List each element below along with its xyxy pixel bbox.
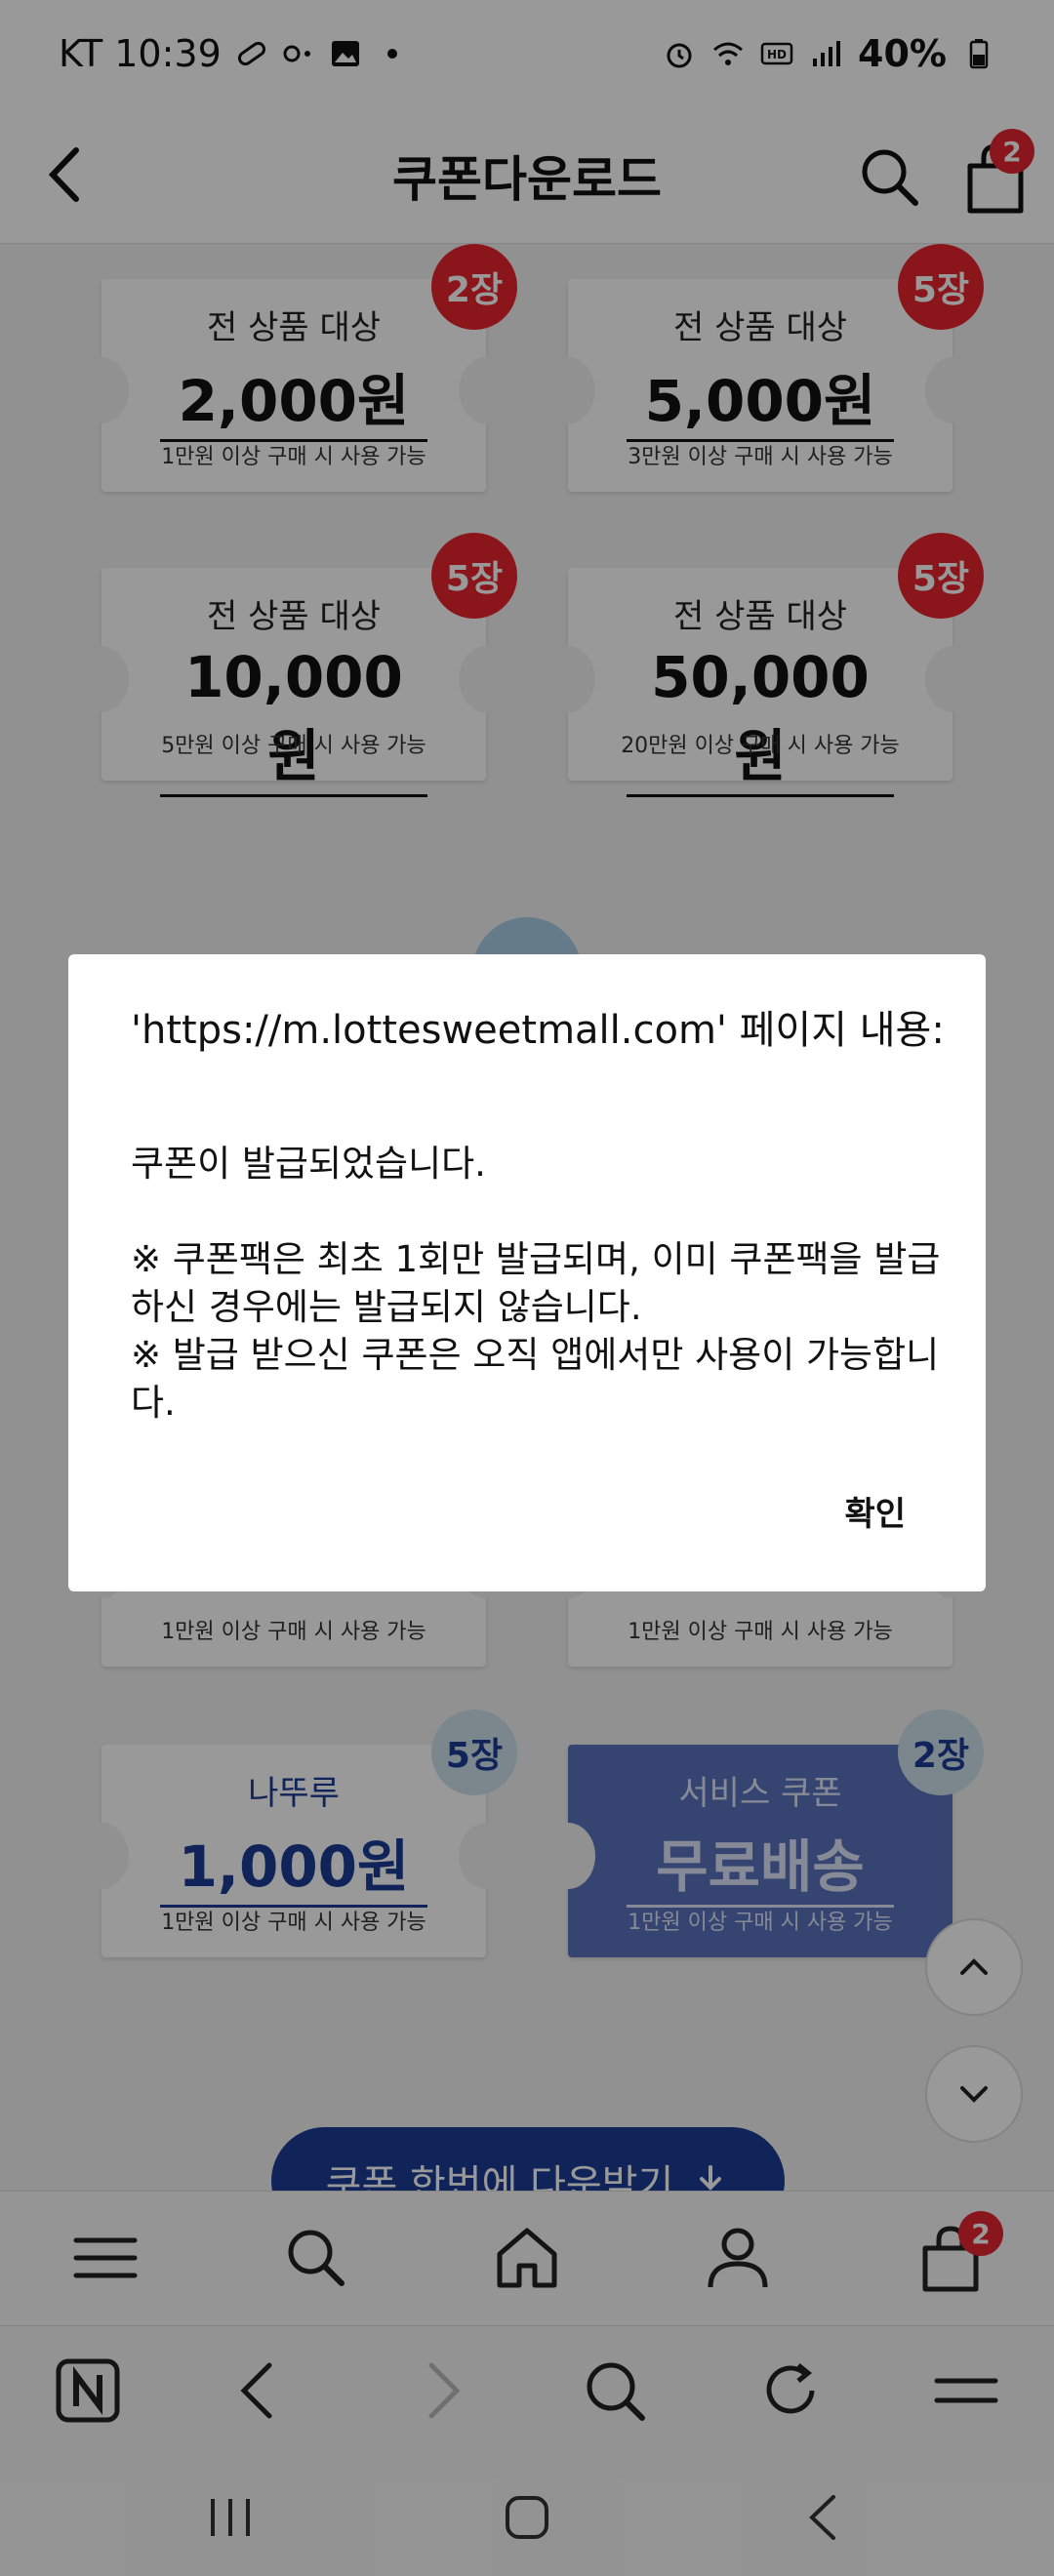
confirm-button[interactable]: 확인	[844, 1487, 906, 1535]
dialog-message: 쿠폰이 발급되었습니다. ※ 쿠폰팩은 최초 1회만 발급되며, 이미 쿠폰팩을…	[131, 1143, 941, 1424]
dialog-title: 'https://m.lottesweetmall.com' 페이지 내용:	[131, 1008, 945, 1053]
alert-dialog: 'https://m.lottesweetmall.com' 페이지 내용: 쿠…	[68, 954, 986, 1591]
